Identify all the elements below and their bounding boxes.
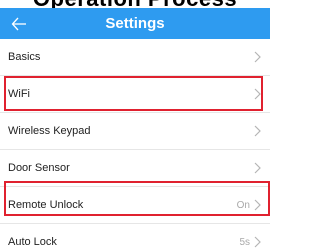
page-title: Settings (105, 15, 165, 32)
chevron-right-icon (254, 88, 262, 100)
back-button[interactable] (6, 11, 32, 36)
settings-item-door-sensor[interactable]: Door Sensor (0, 150, 270, 187)
chevron-right-icon (254, 162, 262, 174)
settings-item-auto-lock[interactable]: Auto Lock 5s (0, 224, 270, 252)
cropped-heading-text: Operation Process (0, 0, 270, 8)
settings-item-label: WiFi (8, 88, 30, 100)
settings-item-label: Remote Unlock (8, 199, 84, 211)
settings-item-label: Basics (8, 51, 41, 63)
settings-item-value: On (236, 199, 250, 211)
arrow-left-icon (11, 17, 26, 30)
chevron-right-icon (254, 236, 262, 248)
chevron-right-icon (254, 199, 262, 211)
header-bar: Settings (0, 8, 270, 39)
settings-list: Basics WiFi Wireless Keypad Door Sensor … (0, 39, 270, 252)
settings-item-label: Door Sensor (8, 162, 70, 174)
settings-item-label: Auto Lock (8, 236, 57, 248)
chevron-right-icon (254, 125, 262, 137)
settings-item-value: 5s (239, 236, 250, 248)
settings-item-wireless-keypad[interactable]: Wireless Keypad (0, 113, 270, 150)
settings-item-remote-unlock[interactable]: Remote Unlock On (0, 187, 270, 224)
chevron-right-icon (254, 51, 262, 63)
settings-item-label: Wireless Keypad (8, 125, 91, 137)
cropped-heading: Operation Process (0, 0, 270, 8)
settings-item-wifi[interactable]: WiFi (0, 76, 270, 113)
settings-item-basics[interactable]: Basics (0, 39, 270, 76)
